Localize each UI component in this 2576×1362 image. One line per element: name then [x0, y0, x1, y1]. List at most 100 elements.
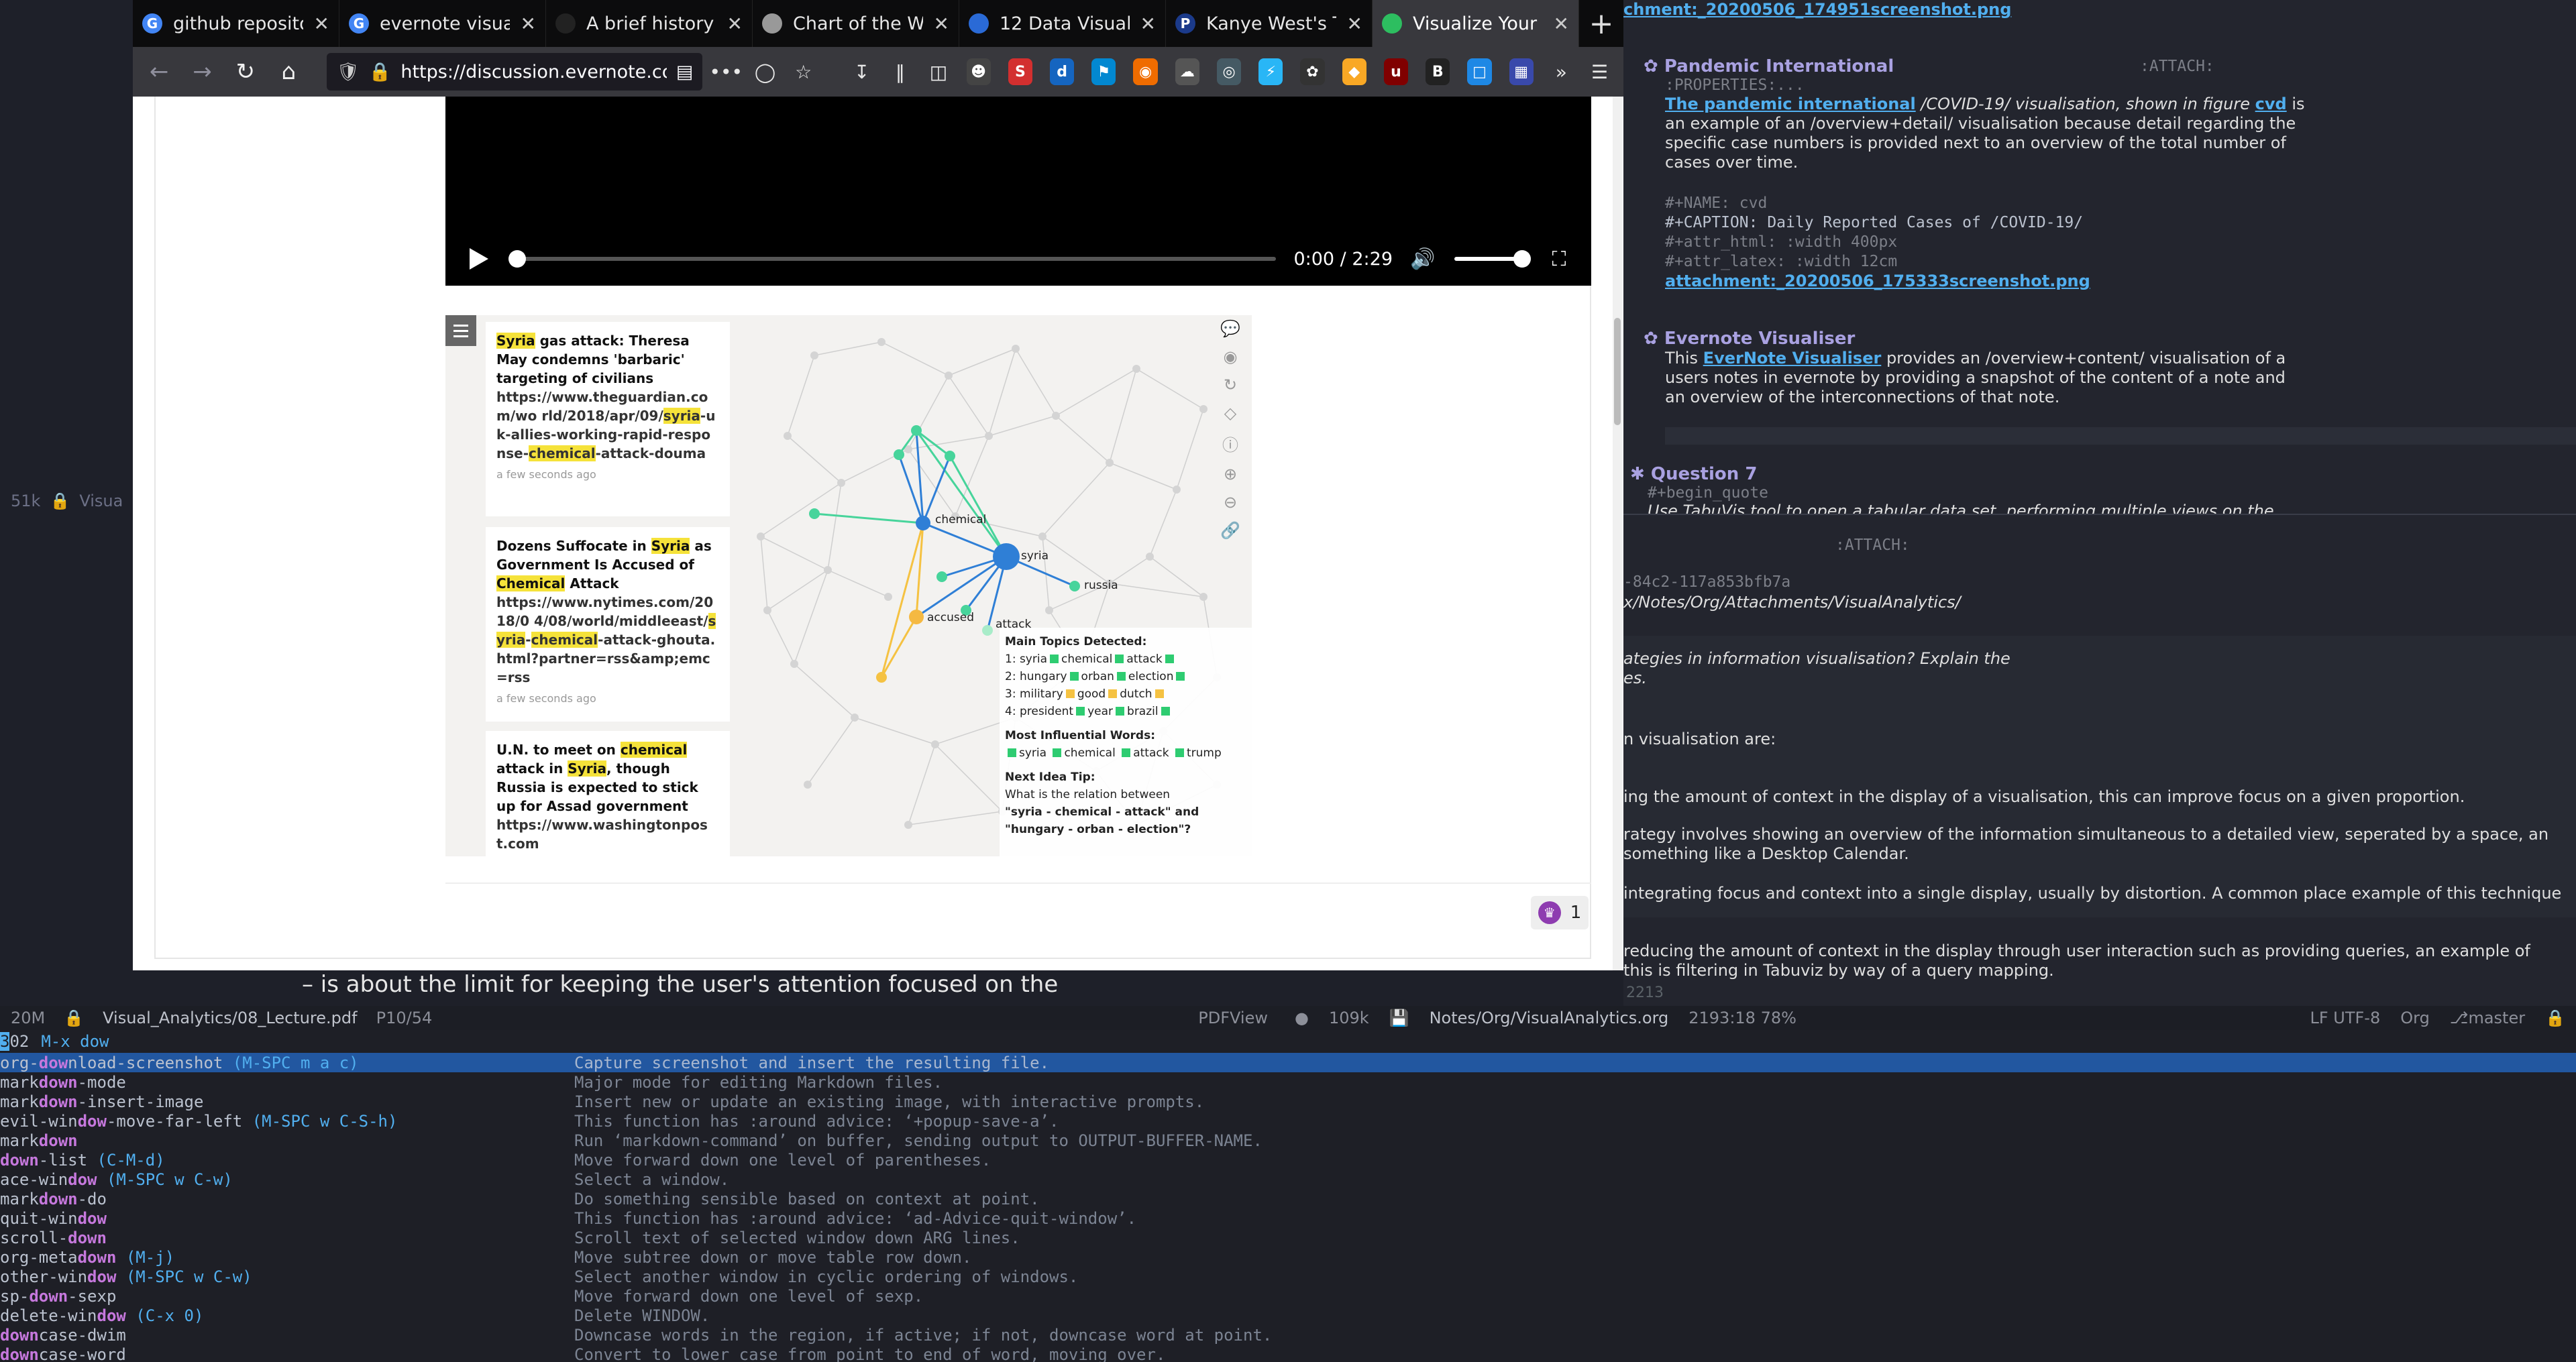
- tab-close-icon[interactable]: ✕: [1554, 13, 1569, 35]
- ext-grid-icon[interactable]: ▦: [1509, 58, 1534, 85]
- candidate-name[interactable]: delete-window (C-x 0): [0, 1306, 574, 1325]
- like-badge[interactable]: ♛ 1: [1531, 896, 1589, 929]
- completion-candidate[interactable]: quit-window This function has :around adv…: [0, 1208, 2576, 1228]
- video-progress-bar[interactable]: [508, 250, 1277, 268]
- candidate-name[interactable]: org-download-screenshot (M-SPC m a c): [0, 1054, 574, 1072]
- org-heading-pandemic[interactable]: ✿ Pandemic International: [1644, 56, 1894, 76]
- candidate-name[interactable]: downcase-dwim: [0, 1326, 574, 1345]
- candidate-name[interactable]: other-window (M-SPC w C-w): [0, 1267, 574, 1286]
- candidate-name[interactable]: scroll-down: [0, 1229, 574, 1247]
- org-link-cvd[interactable]: cvd: [2255, 95, 2287, 113]
- pocket-icon[interactable]: ◯: [749, 54, 781, 89]
- ext-feather-icon[interactable]: ✿: [1300, 58, 1325, 85]
- completion-candidate[interactable]: delete-window (C-x 0) Delete WINDOW.: [0, 1306, 2576, 1325]
- volume-icon[interactable]: 🔊: [1410, 245, 1437, 272]
- forward-icon[interactable]: →: [184, 52, 220, 92]
- tab-title[interactable]: Kanye West's Th: [1206, 13, 1336, 34]
- tab-6[interactable]: Visualize Your E ✕: [1373, 0, 1579, 47]
- completion-candidate[interactable]: org-download-screenshot (M-SPC m a c) Cap…: [0, 1053, 2576, 1072]
- candidate-name[interactable]: markdown-mode: [0, 1073, 574, 1092]
- tab-close-icon[interactable]: ✕: [1140, 13, 1156, 35]
- new-tab-button[interactable]: +: [1579, 0, 1623, 47]
- candidate-name[interactable]: down-list (C-M-d): [0, 1151, 574, 1170]
- tab-title[interactable]: 12 Data Visualiz: [1000, 13, 1130, 34]
- candidate-name[interactable]: evil-window-move-far-left (M-SPC w C-S-h…: [0, 1112, 574, 1131]
- tab-title[interactable]: evernote visual: [380, 13, 510, 34]
- completion-candidate[interactable]: downcase-word Convert to lower case from …: [0, 1345, 2576, 1362]
- fullscreen-icon[interactable]: ⛶: [1546, 245, 1572, 272]
- tab-title[interactable]: Visualize Your E: [1413, 13, 1543, 34]
- ext-s-icon[interactable]: S: [1008, 58, 1032, 85]
- sidebar-icon[interactable]: ◫: [922, 54, 954, 89]
- completion-candidate[interactable]: evil-window-move-far-left (M-SPC w C-S-h…: [0, 1111, 2576, 1131]
- tab-1[interactable]: Gevernote visual ✕: [339, 0, 546, 47]
- ext-color-icon[interactable]: ◉: [1133, 58, 1158, 85]
- tab-close-icon[interactable]: ✕: [934, 13, 949, 35]
- completion-candidate[interactable]: scroll-down Scroll text of selected windo…: [0, 1228, 2576, 1247]
- completion-candidate[interactable]: org-metadown (M-j) Move subtree down or m…: [0, 1247, 2576, 1267]
- hamburger-menu-icon[interactable]: ☰: [1584, 54, 1615, 89]
- shield-icon[interactable]: 🛡: [336, 61, 359, 82]
- candidate-name[interactable]: markdown: [0, 1131, 574, 1150]
- video-progress-knob[interactable]: [508, 250, 526, 268]
- video-player[interactable]: 0:00 / 2:29 🔊 ⛶: [445, 97, 1591, 286]
- volume-slider[interactable]: [1454, 250, 1531, 268]
- completion-candidate[interactable]: markdown-mode Major mode for editing Mark…: [0, 1072, 2576, 1092]
- overflow-chevron-icon[interactable]: »: [1546, 54, 1577, 89]
- minibuffer-prompt[interactable]: 3 02 M-x dow: [0, 1030, 109, 1053]
- completion-candidate[interactable]: down-list (C-M-d) Move forward down one l…: [0, 1150, 2576, 1170]
- home-icon[interactable]: ⌂: [270, 52, 307, 92]
- tab-close-icon[interactable]: ✕: [314, 13, 329, 35]
- completion-candidate[interactable]: downcase-dwim Downcase words in the regio…: [0, 1325, 2576, 1345]
- completion-candidate[interactable]: ace-window (M-SPC w C-w) Select a window.: [0, 1170, 2576, 1189]
- mx-input[interactable]: M-x dow: [41, 1032, 109, 1051]
- ext-dash-icon[interactable]: ⚡: [1258, 58, 1283, 85]
- org-attachment-link-top[interactable]: chment:_20200506_174951screenshot.png: [1623, 0, 2011, 19]
- org-link-pandemic[interactable]: The pandemic international: [1665, 95, 1916, 113]
- tab-close-icon[interactable]: ✕: [521, 13, 536, 35]
- url-text[interactable]: https://discussion.evernote.co: [400, 62, 667, 82]
- reload-icon[interactable]: ↻: [227, 52, 264, 92]
- tab-3[interactable]: Chart of the We ✕: [753, 0, 959, 47]
- ext-account-icon[interactable]: ☻: [966, 58, 991, 85]
- completion-candidate[interactable]: sp-down-sexp Move forward down one level …: [0, 1286, 2576, 1306]
- candidate-name[interactable]: sp-down-sexp: [0, 1287, 574, 1306]
- lock-icon[interactable]: 🔒: [369, 61, 392, 82]
- completion-candidate[interactable]: markdown-do Do something sensible based o…: [0, 1189, 2576, 1208]
- org-link-evernote[interactable]: EverNote Visualiser: [1703, 349, 1882, 367]
- page-scrollbar[interactable]: [1613, 97, 1622, 970]
- org-attachment-link[interactable]: attachment:_20200506_175333screenshot.pn…: [1665, 272, 2090, 290]
- candidate-name[interactable]: org-metadown (M-j): [0, 1248, 574, 1267]
- tab-title[interactable]: Chart of the We: [793, 13, 923, 34]
- tab-4[interactable]: 12 Data Visualiz ✕: [959, 0, 1166, 47]
- tab-2[interactable]: A brief history o ✕: [546, 0, 753, 47]
- ext-b-icon[interactable]: B: [1426, 58, 1450, 85]
- ext-honey-icon[interactable]: ◆: [1342, 58, 1366, 85]
- candidate-name[interactable]: ace-window (M-SPC w C-w): [0, 1170, 574, 1189]
- ext-doc-icon[interactable]: □: [1467, 58, 1492, 85]
- ext-ublock-icon[interactable]: u: [1383, 58, 1409, 85]
- completion-candidate[interactable]: markdown-insert-image Insert new or updat…: [0, 1092, 2576, 1111]
- bookmark-star-icon[interactable]: ☆: [788, 54, 819, 89]
- completion-candidate[interactable]: markdown Run ‘markdown-command’ on buffer…: [0, 1131, 2576, 1150]
- org-properties[interactable]: :PROPERTIES:...: [1665, 76, 1805, 94]
- candidate-name[interactable]: markdown-insert-image: [0, 1092, 574, 1111]
- tab-close-icon[interactable]: ✕: [1347, 13, 1362, 35]
- tab-title[interactable]: A brief history o: [586, 13, 716, 34]
- ext-tamper-icon[interactable]: ◎: [1216, 58, 1242, 85]
- tab-0[interactable]: Ggithub reposito ✕: [133, 0, 339, 47]
- play-icon[interactable]: [464, 245, 491, 272]
- back-icon[interactable]: ←: [141, 52, 177, 92]
- downloads-icon[interactable]: ↧: [846, 54, 877, 89]
- page-actions-menu[interactable]: •••: [709, 54, 743, 89]
- candidate-name[interactable]: markdown-do: [0, 1190, 574, 1208]
- volume-knob[interactable]: [1513, 250, 1531, 268]
- candidate-name[interactable]: quit-window: [0, 1209, 574, 1228]
- tab-close-icon[interactable]: ✕: [727, 13, 743, 35]
- tab-title[interactable]: github reposito: [173, 13, 303, 34]
- candidate-name[interactable]: downcase-word: [0, 1345, 574, 1362]
- org-heading-evernote[interactable]: ✿ Evernote Visualiser: [1644, 329, 1855, 349]
- completion-candidate[interactable]: other-window (M-SPC w C-w) Select another…: [0, 1267, 2576, 1286]
- ext-shield-icon[interactable]: ⚑: [1091, 58, 1116, 85]
- tab-5[interactable]: P Kanye West's Th ✕: [1166, 0, 1373, 47]
